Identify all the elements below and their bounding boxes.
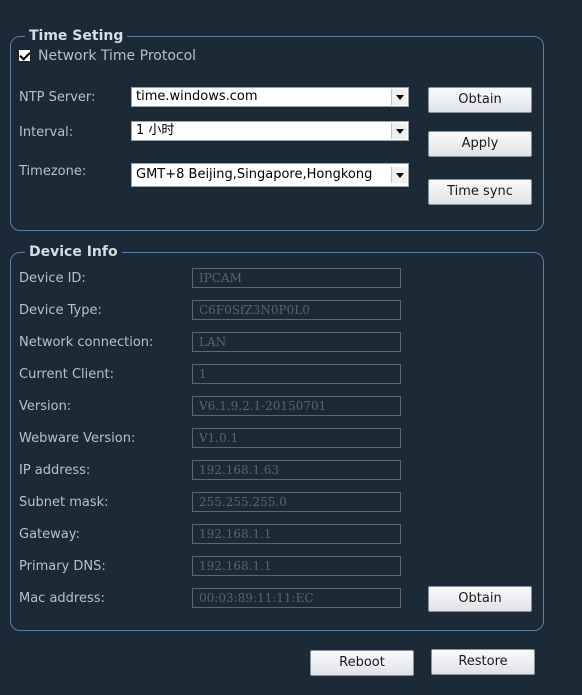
device-field-label: Network connection: xyxy=(19,335,154,350)
device-field-value: IPCAM xyxy=(192,268,401,288)
ntp-obtain-button[interactable]: Obtain xyxy=(428,87,532,113)
chevron-down-icon[interactable] xyxy=(391,123,407,139)
device-field-value: V1.0.1 xyxy=(192,428,401,448)
apply-button[interactable]: Apply xyxy=(428,131,532,157)
interval-select[interactable]: 1 小时 xyxy=(131,121,409,141)
device-field-label: Subnet mask: xyxy=(19,495,109,510)
timezone-label: Timezone: xyxy=(19,164,87,179)
ntp-server-label: NTP Server: xyxy=(19,90,96,105)
interval-value: 1 小时 xyxy=(136,123,175,138)
device-field-label: Webware Version: xyxy=(19,431,136,446)
device-field-label: Version: xyxy=(19,399,72,414)
device-field-value: 1 xyxy=(192,364,401,384)
device-field-value: 00:03:89:11:11:EC xyxy=(192,588,401,608)
reboot-button[interactable]: Reboot xyxy=(310,650,414,676)
device-field-label: Device Type: xyxy=(19,303,102,318)
interval-label: Interval: xyxy=(19,125,74,140)
device-obtain-button[interactable]: Obtain xyxy=(428,586,532,612)
time-sync-button[interactable]: Time sync xyxy=(428,179,532,205)
restore-button[interactable]: Restore xyxy=(431,649,535,675)
device-field-label: Primary DNS: xyxy=(19,559,106,574)
device-field-value: 192.168.1.63 xyxy=(192,460,401,480)
device-field-label: Current Client: xyxy=(19,367,114,382)
device-field-label: Device ID: xyxy=(19,271,86,286)
chevron-down-icon[interactable] xyxy=(391,89,407,105)
chevron-down-icon[interactable] xyxy=(391,167,407,183)
device-field-value: C6F0SfZ3N0P0L0 xyxy=(192,300,401,320)
device-field-value: 255.255.255.0 xyxy=(192,492,401,512)
device-field-label: Gateway: xyxy=(19,527,80,542)
device-info-title: Device Info xyxy=(25,244,122,260)
timezone-value: GMT+8 Beijing,Singapore,Hongkong xyxy=(136,167,373,182)
time-setting-title: Time Seting xyxy=(25,28,128,44)
ntp-checkbox[interactable] xyxy=(18,49,31,62)
ntp-server-value: time.windows.com xyxy=(136,89,258,104)
device-field-value: V6.1.9.2.1-20150701 xyxy=(192,396,401,416)
device-field-label: IP address: xyxy=(19,463,91,478)
device-field-label: Mac address: xyxy=(19,591,105,606)
ntp-checkbox-label: Network Time Protocol xyxy=(38,48,197,64)
ntp-server-select[interactable]: time.windows.com xyxy=(131,87,409,107)
device-field-value: LAN xyxy=(192,332,401,352)
device-field-value: 192.168.1.1 xyxy=(192,556,401,576)
timezone-select[interactable]: GMT+8 Beijing,Singapore,Hongkong xyxy=(131,163,409,187)
device-field-value: 192.168.1.1 xyxy=(192,524,401,544)
